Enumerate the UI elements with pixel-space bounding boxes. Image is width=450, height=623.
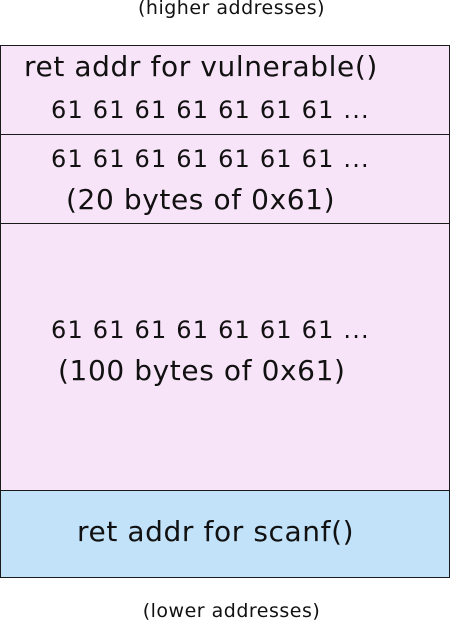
block-bytes: 61 61 61 61 61 61 61 ...	[51, 96, 370, 124]
lower-addresses-caption: (lower addresses)	[142, 600, 321, 622]
stack-diagram: ret addr for vulnerable() 61 61 61 61 61…	[0, 45, 450, 578]
block-label: (20 bytes of 0x61)	[66, 183, 336, 216]
block-bytes: 61 61 61 61 61 61 61 ...	[51, 316, 370, 344]
stack-block-ret-addr-vulnerable: ret addr for vulnerable() 61 61 61 61 61…	[1, 46, 449, 134]
higher-addresses-caption: (higher addresses)	[137, 0, 326, 19]
block-label: (100 bytes of 0x61)	[58, 354, 346, 387]
stack-block-100-bytes: 61 61 61 61 61 61 61 ... (100 bytes of 0…	[1, 223, 449, 490]
block-label: ret addr for scanf()	[77, 515, 355, 548]
block-label: ret addr for vulnerable()	[24, 50, 378, 83]
block-bytes: 61 61 61 61 61 61 61 ...	[51, 145, 370, 173]
stack-block-20-bytes: 61 61 61 61 61 61 61 ... (20 bytes of 0x…	[1, 134, 449, 223]
stack-block-ret-addr-scanf: ret addr for scanf()	[1, 490, 449, 577]
